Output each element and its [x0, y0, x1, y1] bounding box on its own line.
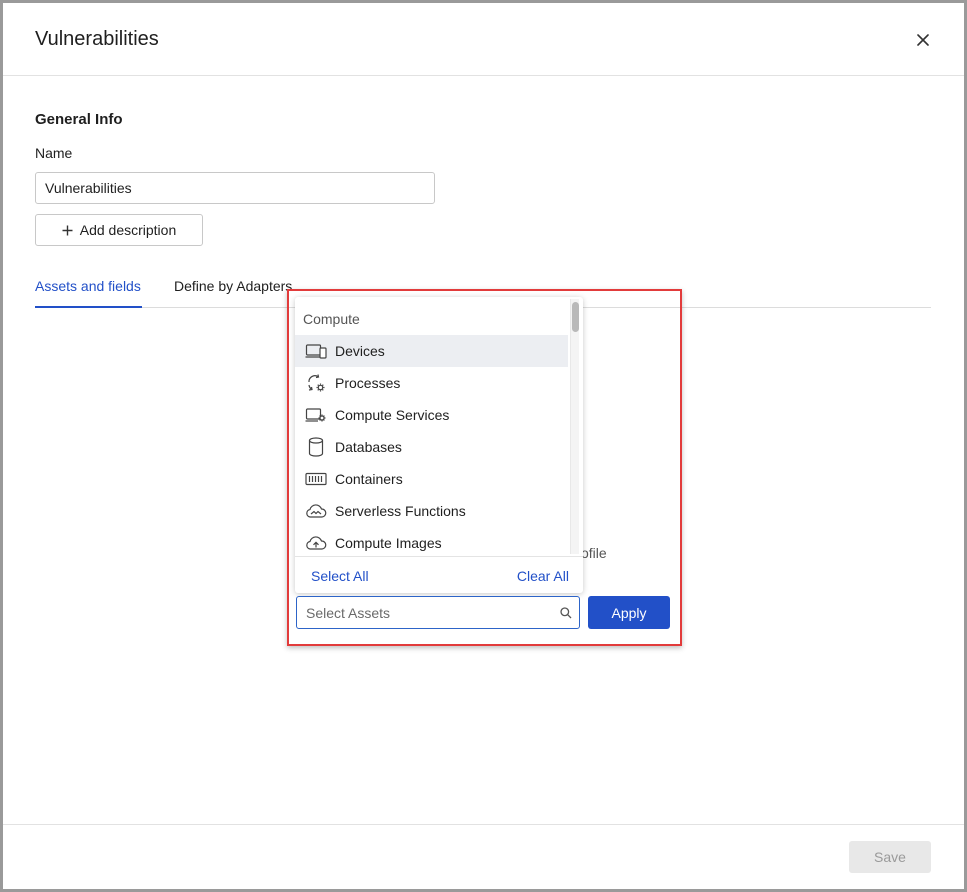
- tab-assets-and-fields[interactable]: Assets and fields: [35, 278, 141, 294]
- modal-footer-divider: [3, 824, 964, 825]
- list-item-label: Databases: [335, 439, 402, 455]
- list-item-compute-images[interactable]: Compute Images: [295, 527, 568, 551]
- general-info-heading: General Info: [35, 111, 123, 128]
- search-icon: [560, 607, 572, 619]
- active-tab-indicator: [35, 306, 142, 308]
- select-assets-input[interactable]: [306, 597, 546, 628]
- list-item-serverless-functions[interactable]: Serverless Functions: [295, 495, 568, 527]
- list-item-label: Compute Services: [335, 407, 450, 423]
- list-item-databases[interactable]: Databases: [295, 431, 568, 463]
- apply-button[interactable]: Apply: [588, 596, 670, 629]
- select-assets-field[interactable]: [296, 596, 580, 629]
- dropdown-scrollbar-track[interactable]: [570, 299, 579, 554]
- list-item-label: Containers: [335, 471, 403, 487]
- dropdown-scrollbar-thumb[interactable]: [572, 302, 579, 332]
- name-input[interactable]: [35, 172, 435, 204]
- asset-type-dropdown: Compute Devices Processes Compute Servic…: [295, 297, 583, 593]
- list-item-label: Compute Images: [335, 535, 442, 551]
- modal-title: Vulnerabilities: [35, 28, 159, 50]
- tab-define-by-adapters[interactable]: Define by Adapters: [174, 278, 292, 294]
- list-item-containers[interactable]: Containers: [295, 463, 568, 495]
- list-item-compute-services[interactable]: Compute Services: [295, 399, 568, 431]
- group-label-compute: Compute: [303, 311, 360, 327]
- close-button[interactable]: [911, 28, 935, 52]
- add-description-label: Add description: [79, 222, 177, 238]
- asset-type-list: Devices Processes Compute Services Datab…: [295, 335, 568, 551]
- serverless-icon: [305, 501, 327, 521]
- save-button[interactable]: Save: [849, 841, 931, 873]
- compute-services-icon: [305, 405, 327, 425]
- plus-icon: [62, 225, 73, 235]
- compute-images-icon: [305, 533, 327, 551]
- add-description-button[interactable]: Add description: [35, 214, 203, 246]
- list-item-label: Processes: [335, 375, 401, 391]
- list-item-label: Devices: [335, 343, 385, 359]
- dropdown-footer: Select All Clear All: [295, 556, 583, 593]
- list-item-devices[interactable]: Devices: [295, 335, 568, 367]
- clear-all-link[interactable]: Clear All: [517, 568, 569, 584]
- modal-frame: Vulnerabilities General Info Name Add de…: [0, 0, 967, 892]
- containers-icon: [305, 469, 327, 489]
- close-icon: [917, 34, 929, 46]
- processes-icon: [305, 373, 327, 393]
- database-icon: [305, 437, 327, 457]
- devices-icon: [305, 341, 327, 361]
- list-item-label: Serverless Functions: [335, 503, 466, 519]
- list-item-processes[interactable]: Processes: [295, 367, 568, 399]
- modal-header: Vulnerabilities: [3, 3, 964, 76]
- select-all-link[interactable]: Select All: [311, 568, 369, 584]
- name-label: Name: [35, 145, 73, 161]
